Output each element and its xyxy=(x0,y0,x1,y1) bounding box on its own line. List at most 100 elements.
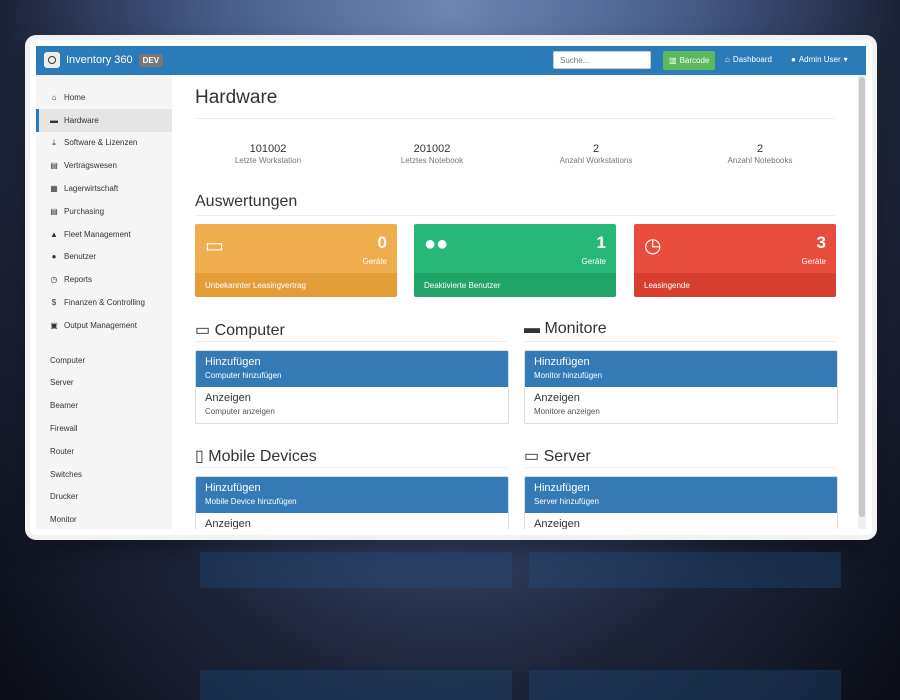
dollar-icon: $ xyxy=(51,298,57,308)
sidebar-subitem-server[interactable]: Server xyxy=(36,372,172,395)
server-card: Hinzufügen Server hinzufügen Anzeigen xyxy=(524,476,838,529)
monitor-icon: ▬ xyxy=(524,320,540,337)
sidebar-subitem-switches[interactable]: Switches xyxy=(36,463,172,486)
sidebar-subitem-beamer[interactable]: Beamer xyxy=(36,394,172,417)
sidebar-item-vertragswesen[interactable]: ▤ Vertragswesen xyxy=(36,154,172,177)
home-icon: ⌂ xyxy=(725,55,730,64)
grid-icon: ▦ xyxy=(50,184,58,194)
panel-footer[interactable]: Deaktivierte Benutzer xyxy=(414,273,616,297)
search-input[interactable] xyxy=(553,51,651,69)
server-show-button[interactable]: Anzeigen xyxy=(525,513,837,529)
monitor-add-button[interactable]: Hinzufügen Monitor hinzufügen xyxy=(525,351,837,387)
user-menu[interactable]: ● Admin User ▾ xyxy=(791,55,848,64)
server-add-button[interactable]: Hinzufügen Server hinzufügen xyxy=(525,477,837,513)
section-title-text: Monitore xyxy=(544,320,607,337)
sidebar-item-lagerwirtschaft[interactable]: ▦ Lagerwirtschaft xyxy=(36,177,172,200)
card-action-sub: Mobile Device hinzufügen xyxy=(205,497,297,506)
card-action-title: Hinzufügen xyxy=(205,356,261,368)
card-action-title: Hinzufügen xyxy=(205,482,261,494)
panel-unknown-leasing[interactable]: ▭ 0 Geräte Unbekannter Leasingvertrag xyxy=(195,224,397,297)
sidebar-item-fleet-management[interactable]: ▲ Fleet Management xyxy=(36,223,172,246)
sidebar-subitem-monitor[interactable]: Monitor xyxy=(36,508,172,531)
road-icon: ▲ xyxy=(50,229,58,239)
sidebar-item-label: Benutzer xyxy=(64,252,97,262)
panel-count: 0 xyxy=(377,233,387,252)
sidebar-item-label: Lagerwirtschaft xyxy=(64,184,119,194)
stat-label: Letztes Notebook xyxy=(400,156,464,165)
sidebar-item-home[interactable]: ⌂ Home xyxy=(36,86,172,109)
sidebar-subitem-router[interactable]: Router xyxy=(36,440,172,463)
panel-count: 1 xyxy=(596,233,606,252)
computer-show-button[interactable]: Anzeigen Computer anzeigen xyxy=(196,387,508,423)
user-label: Admin User xyxy=(798,55,841,64)
list-icon: ▤ xyxy=(50,206,58,216)
home-icon: ⌂ xyxy=(51,92,57,102)
print-icon: ▣ xyxy=(50,320,58,330)
sidebar-item-output-management[interactable]: ▣ Output Management xyxy=(36,314,172,337)
sidebar-item-finanzen-controlling[interactable]: $ Finanzen & Controlling xyxy=(36,291,172,314)
monitore-heading: ▬ Monitore xyxy=(524,320,607,338)
barcode-icon: ▥ xyxy=(669,56,677,65)
mobile-add-button[interactable]: Hinzufügen Mobile Device hinzufügen xyxy=(196,477,508,513)
brand[interactable]: Inventory 360 DEV xyxy=(44,52,164,68)
monitore-card: Hinzufügen Monitor hinzufügen Anzeigen M… xyxy=(524,350,838,424)
panel-deactivated-users[interactable]: ●● 1 Geräte Deaktivierte Benutzer xyxy=(414,224,616,297)
vertical-scrollbar[interactable] xyxy=(858,75,866,529)
laptop-icon: ▭ xyxy=(205,235,224,257)
sidebar-item-reports[interactable]: ◷ Reports xyxy=(36,268,172,291)
divider xyxy=(195,341,507,342)
stat-count-workstations: 2 Anzahl Workstations xyxy=(521,143,671,165)
sidebar-item-software-lizenzen[interactable]: ⤓ Software & Lizenzen xyxy=(36,132,172,155)
divider xyxy=(195,118,835,119)
panel-count: 3 xyxy=(816,233,826,252)
user-icon: ● xyxy=(791,55,796,64)
dashboard-link[interactable]: ⌂ Dashboard xyxy=(725,55,772,64)
panel-unit: Geräte xyxy=(801,257,826,266)
sidebar-item-label: Fleet Management xyxy=(64,229,131,239)
card-action-sub: Monitore anzeigen xyxy=(534,407,600,416)
panel-footer[interactable]: Leasingende xyxy=(634,273,836,297)
stat-label: Anzahl Notebooks xyxy=(727,156,793,165)
monitor-show-button[interactable]: Anzeigen Monitore anzeigen xyxy=(525,387,837,423)
sidebar-item-label: Output Management xyxy=(64,320,137,330)
panel-footer[interactable]: Unbekannter Leasingvertrag xyxy=(195,273,397,297)
users-icon: ●● xyxy=(424,233,449,255)
card-action-title: Anzeigen xyxy=(534,518,580,529)
sidebar-item-label: Finanzen & Controlling xyxy=(64,298,145,308)
divider xyxy=(524,341,836,342)
sidebar-item-benutzer[interactable]: ● Benutzer xyxy=(36,246,172,269)
server-heading: ▭ Server xyxy=(524,446,591,466)
sidebar-item-hardware[interactable]: ▬ Hardware xyxy=(36,108,172,132)
window-reflection xyxy=(30,535,872,700)
sidebar-subitem-computer[interactable]: Computer xyxy=(36,349,172,372)
card-action-title: Hinzufügen xyxy=(534,356,590,368)
dashboard-label: Dashboard xyxy=(732,55,772,64)
mobile-card: Hinzufügen Mobile Device hinzufügen Anze… xyxy=(195,476,509,529)
sidebar-item-purchasing[interactable]: ▤ Purchasing xyxy=(36,200,172,223)
sidebar-item-label: Software & Lizenzen xyxy=(64,138,138,148)
mobile-show-button[interactable]: Anzeigen xyxy=(196,513,508,529)
panel-top: ▭ 0 Geräte xyxy=(195,224,397,273)
card-action-sub: Monitor hinzufügen xyxy=(534,371,603,380)
divider xyxy=(195,215,835,216)
hdd-icon: ▭ xyxy=(524,448,540,465)
mobile-icon: ▯ xyxy=(195,448,204,465)
barcode-button[interactable]: ▥ Barcode xyxy=(663,51,716,70)
stat-value: 2 xyxy=(756,143,764,155)
mobile-heading: ▯ Mobile Devices xyxy=(195,446,317,466)
download-icon: ⤓ xyxy=(52,137,56,147)
main-content: Hardware 101002 Letzte Workstation 20100… xyxy=(172,75,858,529)
sidebar-item-label: Reports xyxy=(64,275,93,285)
top-navbar: Inventory 360 DEV ▥ Barcode ⌂ Dashboard … xyxy=(36,46,866,75)
computer-heading: ▭ Computer xyxy=(195,320,285,340)
scrollbar-thumb[interactable] xyxy=(859,77,865,517)
clock-icon: ◷ xyxy=(644,235,662,257)
computer-add-button[interactable]: Hinzufügen Computer hinzufügen xyxy=(196,351,508,387)
panel-unit: Geräte xyxy=(362,257,387,266)
sidebar-item-label: Vertragswesen xyxy=(64,161,117,171)
sidebar-subitem-firewall[interactable]: Firewall xyxy=(36,417,172,440)
sidebar-subitem-drucker[interactable]: Drucker xyxy=(36,486,172,509)
hdd-icon: ▬ xyxy=(50,115,58,125)
panel-leasing-end[interactable]: ◷ 3 Geräte Leasingende xyxy=(634,224,836,297)
section-title-text: Mobile Devices xyxy=(208,448,317,465)
